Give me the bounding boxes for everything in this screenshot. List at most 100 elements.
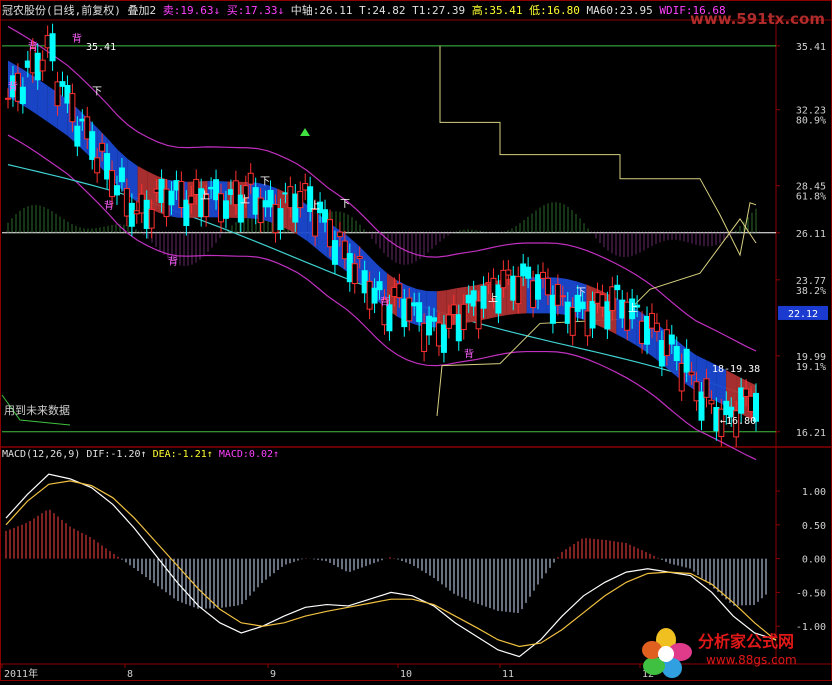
midline-dot bbox=[657, 231, 658, 233]
midline-dot bbox=[348, 231, 349, 233]
midline-dot bbox=[540, 231, 541, 233]
candle-body bbox=[683, 348, 690, 373]
midline-dot bbox=[720, 231, 721, 233]
midline-dot bbox=[360, 231, 361, 233]
candle-body bbox=[138, 193, 145, 214]
candle-body bbox=[89, 131, 96, 160]
candle-body bbox=[599, 294, 606, 308]
midline-dot bbox=[612, 231, 613, 233]
midline-dot bbox=[492, 231, 493, 233]
midline-dot bbox=[93, 231, 94, 233]
midline-dot bbox=[426, 231, 427, 233]
shang-mark: 上 bbox=[200, 190, 210, 202]
midline-dot bbox=[648, 231, 649, 233]
macd-tick-label: 0.00 bbox=[802, 555, 826, 566]
ma60-value: 23.95 bbox=[619, 4, 653, 17]
midline-dot bbox=[72, 231, 73, 233]
midline-dot bbox=[153, 231, 154, 233]
chart-header: 冠农股份(日线,前复权) 叠加2 卖:19.63↓ 买:17.33↓ 中轴:26… bbox=[2, 2, 726, 18]
midline-dot bbox=[375, 231, 376, 233]
midline-dot bbox=[246, 231, 247, 233]
midline-dot bbox=[60, 231, 61, 233]
midline-dot bbox=[33, 231, 34, 233]
x-tick-label: 10 bbox=[400, 669, 412, 680]
midline-dot bbox=[621, 231, 622, 233]
price-tick-label: 35.41 bbox=[796, 42, 826, 53]
midline-dot bbox=[480, 231, 481, 233]
midline-dot bbox=[447, 231, 448, 233]
bei-mark: 背 bbox=[168, 255, 178, 268]
midline-dot bbox=[420, 231, 421, 233]
midline-dot bbox=[369, 231, 370, 233]
candle-body bbox=[341, 240, 348, 260]
candle-body bbox=[421, 322, 428, 352]
midline-dot bbox=[78, 231, 79, 233]
midline-dot bbox=[144, 231, 145, 233]
candle-body bbox=[748, 395, 755, 413]
midline-dot bbox=[675, 231, 676, 233]
dea-value: -1.21↑ bbox=[176, 449, 213, 460]
midline-dot bbox=[390, 231, 391, 233]
candle-body bbox=[222, 200, 229, 219]
macd-name[interactable]: MACD(12,26,9) bbox=[2, 449, 80, 460]
midline-dot bbox=[717, 231, 718, 233]
midline-dot bbox=[462, 231, 463, 233]
candle-body bbox=[698, 391, 705, 421]
midline-dot bbox=[423, 231, 424, 233]
midline-dot bbox=[417, 231, 418, 233]
macd-header: MACD(12,26,9) DIF:-1.20↑ DEA:-1.21↑ MACD… bbox=[2, 449, 279, 460]
midline-dot bbox=[573, 231, 574, 233]
midline-dot bbox=[708, 231, 709, 233]
candle-body bbox=[227, 189, 234, 195]
shang-mark: 上 bbox=[628, 302, 638, 314]
midline-dot bbox=[96, 231, 97, 233]
midline-dot bbox=[414, 231, 415, 233]
candle-body bbox=[480, 285, 487, 309]
midline-dot bbox=[411, 231, 412, 233]
candle-body bbox=[213, 179, 220, 201]
midline-dot bbox=[705, 231, 706, 233]
candle-body bbox=[178, 180, 185, 209]
shang-mark: 上 bbox=[240, 194, 250, 206]
midline-dot bbox=[483, 231, 484, 233]
stock-title[interactable]: 冠农股份(日线,前复权) bbox=[2, 4, 121, 17]
midline-dot bbox=[24, 231, 25, 233]
midline-dot bbox=[549, 231, 550, 233]
midline-dot bbox=[486, 231, 487, 233]
dif-value: -1.20↑ bbox=[110, 449, 147, 460]
candle-body bbox=[426, 315, 433, 336]
midline-dot bbox=[459, 231, 460, 233]
candle-body bbox=[5, 97, 11, 100]
midline-dot bbox=[381, 231, 382, 233]
midline-dot bbox=[534, 231, 535, 233]
overlay-label[interactable]: 叠加2 bbox=[128, 4, 157, 17]
candle-body bbox=[356, 256, 363, 259]
candle-body bbox=[257, 197, 264, 224]
candle-body bbox=[525, 266, 532, 279]
midline-dot bbox=[678, 231, 679, 233]
midline-dot bbox=[546, 231, 547, 233]
midline-dot bbox=[156, 231, 157, 233]
candle-body bbox=[19, 86, 26, 105]
xia-mark: 下 bbox=[340, 199, 350, 210]
midline-dot bbox=[384, 231, 385, 233]
candle-body bbox=[713, 407, 720, 432]
candle-body bbox=[678, 362, 685, 392]
candle-body bbox=[648, 312, 655, 329]
macd-tick-label: -0.50 bbox=[796, 588, 826, 599]
candle-body bbox=[743, 388, 750, 397]
candle-body bbox=[118, 167, 125, 183]
ribbon-segment bbox=[37, 78, 48, 123]
midline-dot bbox=[687, 231, 688, 233]
candle-body bbox=[406, 297, 413, 322]
stock-chart[interactable]: 35.41←16.8018-19.38用到未来数据背背背背背背背上 上上上上下下下… bbox=[0, 0, 832, 681]
midline-dot bbox=[357, 231, 358, 233]
candle-body bbox=[361, 270, 368, 294]
midline-dot bbox=[507, 231, 508, 233]
candle-body bbox=[668, 334, 675, 345]
midline-dot bbox=[441, 231, 442, 233]
candle-body bbox=[544, 277, 551, 296]
candle-body bbox=[639, 320, 646, 344]
midline-dot bbox=[201, 231, 202, 233]
candle-body bbox=[193, 178, 200, 195]
